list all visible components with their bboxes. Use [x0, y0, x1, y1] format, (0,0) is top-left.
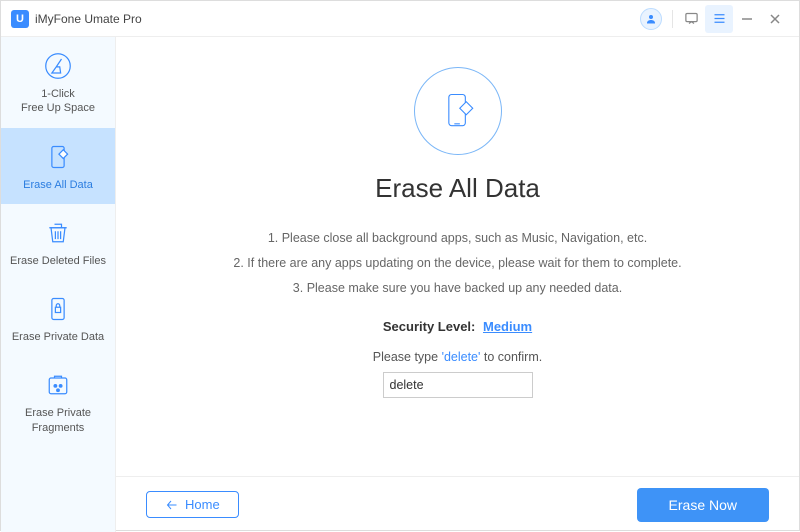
main-panel: Erase All Data 1. Please close all backg… — [116, 37, 799, 532]
security-level: Security Level: Medium — [156, 319, 759, 334]
sidebar-item-label: Erase Private Data — [5, 330, 111, 344]
sidebar-item-label: Erase All Data — [5, 178, 111, 192]
close-button[interactable] — [761, 5, 789, 33]
instruction-steps: 1. Please close all background apps, suc… — [156, 226, 759, 301]
app-title: iMyFone Umate Pro — [35, 12, 142, 26]
sidebar-item-erase-private[interactable]: Erase Private Data — [1, 280, 115, 356]
sidebar-item-freeup[interactable]: 1-Click Free Up Space — [1, 37, 115, 128]
back-arrow-icon — [165, 499, 179, 511]
menu-icon[interactable] — [705, 5, 733, 33]
erase-now-button[interactable]: Erase Now — [637, 488, 769, 522]
sidebar-item-erase-deleted[interactable]: Erase Deleted Files — [1, 204, 115, 280]
security-level-label: Security Level: — [383, 319, 476, 334]
minimize-button[interactable] — [733, 5, 761, 33]
phone-erase-icon — [5, 142, 111, 172]
footer-bar: Home Erase Now — [116, 476, 799, 532]
sidebar-item-label: 1-Click Free Up Space — [5, 87, 111, 116]
hero-phone-erase-icon — [414, 67, 502, 155]
confirm-keyword: 'delete' — [442, 350, 481, 364]
sidebar-item-erase-all[interactable]: Erase All Data — [1, 128, 115, 204]
app-logo: U — [11, 10, 29, 28]
page-title: Erase All Data — [156, 173, 759, 204]
confirm-input[interactable] — [383, 372, 533, 398]
security-level-link[interactable]: Medium — [483, 319, 532, 334]
step-line: 2. If there are any apps updating on the… — [156, 251, 759, 276]
sidebar: 1-Click Free Up Space Erase All Data Era… — [1, 37, 116, 532]
sidebar-item-erase-fragments[interactable]: Erase Private Fragments — [1, 356, 115, 447]
sidebar-item-label: Erase Deleted Files — [5, 254, 111, 268]
app-fragments-icon — [5, 370, 111, 400]
confirm-instruction: Please type 'delete' to confirm. — [156, 350, 759, 364]
home-button-label: Home — [185, 497, 220, 512]
lock-phone-icon — [5, 294, 111, 324]
feedback-icon[interactable] — [677, 5, 705, 33]
sidebar-item-label: Erase Private Fragments — [5, 406, 111, 435]
account-icon[interactable] — [640, 8, 662, 30]
home-button[interactable]: Home — [146, 491, 239, 518]
trash-icon — [5, 218, 111, 248]
broom-icon — [5, 51, 111, 81]
titlebar: U iMyFone Umate Pro — [1, 1, 799, 37]
step-line: 1. Please close all background apps, suc… — [156, 226, 759, 251]
step-line: 3. Please make sure you have backed up a… — [156, 276, 759, 301]
